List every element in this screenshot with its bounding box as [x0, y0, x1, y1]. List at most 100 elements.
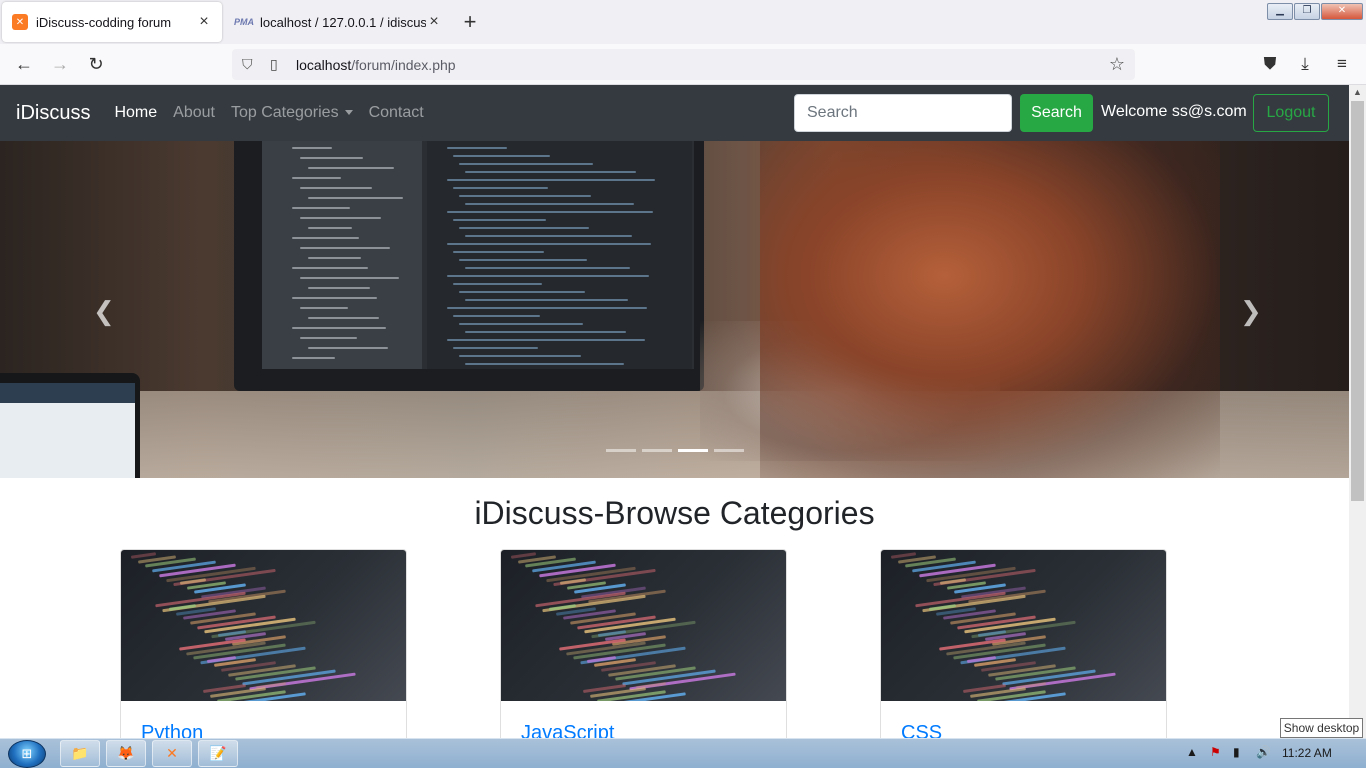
forward-button[interactable]: → — [48, 52, 72, 76]
shield-icon[interactable]: ⛉ — [242, 56, 258, 73]
bookmark-star-icon[interactable]: ☆ — [1109, 54, 1125, 75]
carousel-indicator[interactable] — [677, 449, 708, 452]
carousel-indicator[interactable] — [641, 449, 672, 452]
file-line — [292, 357, 335, 359]
nav-top-categories-label: Top Categories — [230, 104, 339, 121]
tab-close-icon[interactable]: × — [196, 13, 212, 31]
file-line — [292, 177, 341, 179]
file-line — [308, 167, 394, 169]
code-line — [447, 307, 647, 309]
tab-close-icon[interactable]: × — [426, 13, 442, 31]
categories-heading: iDiscuss-Browse Categories — [474, 495, 875, 531]
back-button[interactable]: ← — [12, 52, 36, 76]
file-line — [292, 267, 368, 269]
page-icon[interactable]: ▯ — [270, 56, 286, 73]
action-center-icon[interactable]: ⚑ — [1210, 745, 1221, 759]
caret-down-icon — [344, 110, 353, 116]
code-line — [465, 299, 628, 301]
code-line — [447, 179, 655, 181]
carousel-indicator[interactable] — [713, 449, 744, 452]
code-line — [459, 163, 593, 165]
start-button[interactable]: ⊞ — [8, 740, 46, 768]
notepad-taskbar-icon[interactable]: 📝 — [198, 740, 238, 767]
menu-icon[interactable]: ≡ — [1331, 54, 1353, 74]
file-line — [292, 237, 359, 239]
tab-idiscuss[interactable]: ✕ iDiscuss-codding forum × — [2, 2, 222, 42]
file-line — [292, 207, 350, 209]
maximize-button[interactable]: ❐ — [1294, 3, 1320, 20]
scroll-up-icon[interactable]: ▲ — [1349, 87, 1366, 97]
code-line — [465, 235, 632, 237]
code-line — [459, 323, 583, 325]
code-line — [459, 227, 589, 229]
nav-about[interactable]: About — [173, 104, 215, 122]
tab-strip: ✕ iDiscuss-codding forum × PMA localhost… — [0, 0, 1366, 44]
search-button[interactable]: Search — [1020, 94, 1093, 132]
address-bar[interactable]: ⛉ ▯ localhost/forum/index.php ☆ — [232, 49, 1135, 80]
welcome-text: Welcome ss@s.com — [1101, 103, 1247, 120]
show-desktop-tooltip: Show desktop — [1280, 718, 1363, 738]
browser-toolbar: ← → ↻ ⛉ ▯ localhost/forum/index.php ☆ ⛊ … — [0, 44, 1366, 85]
close-window-button[interactable]: ✕ — [1321, 3, 1363, 20]
file-line — [300, 157, 363, 159]
search-input[interactable]: Search — [794, 94, 1012, 132]
code-line — [459, 355, 581, 357]
tray-expand-icon[interactable]: ▲ — [1186, 745, 1198, 759]
file-line — [300, 187, 372, 189]
network-icon[interactable]: ▮ — [1233, 745, 1240, 759]
file-line — [300, 247, 390, 249]
laptop-image — [0, 373, 140, 478]
file-line — [292, 147, 332, 149]
file-line — [308, 317, 379, 319]
file-line — [300, 217, 381, 219]
code-line — [447, 211, 653, 213]
code-line — [465, 203, 634, 205]
new-tab-button[interactable]: + — [458, 10, 482, 34]
carousel-prev-icon[interactable]: ❮ — [93, 296, 115, 327]
phpmyadmin-icon: PMA — [234, 17, 254, 27]
person-image — [760, 141, 1220, 478]
file-line — [308, 287, 370, 289]
nav-top-categories[interactable]: Top Categories — [231, 104, 353, 122]
code-line — [465, 363, 624, 365]
category-card-javascript: JavaScript — [500, 549, 787, 749]
category-image — [881, 550, 1166, 701]
tab-phpmyadmin[interactable]: PMA localhost / 127.0.0.1 / idiscuss / × — [228, 2, 450, 42]
code-line — [453, 347, 538, 349]
xampp-taskbar-icon[interactable]: ✕ — [152, 740, 192, 767]
explorer-taskbar-icon[interactable]: 📁 — [60, 740, 100, 767]
carousel-next-icon[interactable]: ❯ — [1240, 296, 1262, 327]
clock[interactable]: 11:22 AM — [1282, 746, 1332, 760]
url-host: localhost — [296, 56, 352, 73]
code-line — [447, 147, 507, 149]
nav-contact[interactable]: Contact — [369, 104, 424, 122]
downloads-icon[interactable]: ⤓ — [1294, 54, 1316, 74]
code-line — [465, 171, 636, 173]
pocket-icon[interactable]: ⛊ — [1259, 54, 1281, 74]
nav-home[interactable]: Home — [114, 104, 157, 122]
file-line — [300, 277, 399, 279]
xampp-icon: ✕ — [12, 14, 28, 30]
file-line — [300, 337, 357, 339]
carousel-indicator[interactable] — [605, 449, 636, 452]
file-line — [292, 327, 386, 329]
volume-icon[interactable]: 🔊 — [1256, 745, 1271, 759]
logout-button[interactable]: Logout — [1253, 94, 1329, 132]
code-screen-image — [262, 141, 694, 369]
firefox-taskbar-icon[interactable]: 🦊 — [106, 740, 146, 767]
code-line — [453, 155, 550, 157]
category-card-css: CSS — [880, 549, 1167, 749]
brand-link[interactable]: iDiscuss — [16, 102, 90, 125]
code-line — [447, 243, 651, 245]
code-line — [465, 267, 630, 269]
code-line — [447, 339, 645, 341]
minimize-button[interactable]: ▁ — [1267, 3, 1293, 20]
scrollbar-thumb[interactable] — [1351, 101, 1364, 501]
code-line — [459, 259, 587, 261]
page-scrollbar[interactable]: ▲ — [1349, 85, 1366, 738]
code-line — [459, 291, 585, 293]
reload-button[interactable]: ↻ — [84, 52, 108, 76]
editor-sidebar — [262, 141, 422, 369]
url-text[interactable]: localhost/forum/index.php — [296, 57, 456, 73]
code-line — [453, 283, 542, 285]
